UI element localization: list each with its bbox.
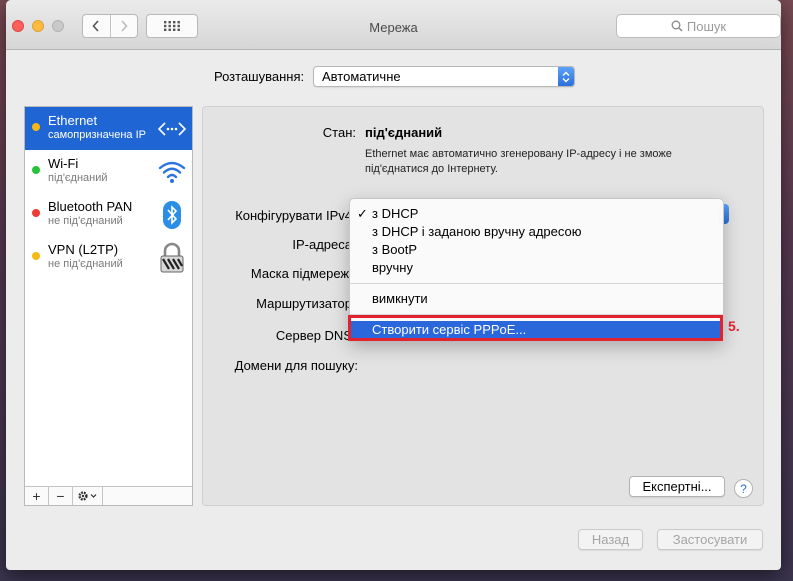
status-label: Стан: (322, 125, 356, 140)
menu-item-off[interactable]: вимкнути (350, 290, 723, 308)
service-list-toolbar: + − (25, 486, 192, 505)
gear-icon (77, 491, 96, 501)
service-item-ethernet[interactable]: Ethernet самопризначена IP (25, 107, 192, 150)
revert-button[interactable]: Назад (578, 529, 643, 550)
menu-separator (350, 283, 723, 284)
menu-item-bootp[interactable]: з BootP (350, 241, 723, 259)
up-down-arrows-icon (558, 67, 574, 86)
status-description: Ethernet має автоматично згенеровану IP-… (365, 148, 672, 175)
menu-item-dhcp-manual[interactable]: з DHCP і заданою вручну адресою (350, 223, 723, 241)
status-dot (32, 123, 40, 131)
menu-item-label: вимкнути (372, 291, 428, 306)
location-popup[interactable]: Автоматичне (313, 66, 575, 87)
service-list: Ethernet самопризначена IP Wi-Fi під'єдн… (24, 106, 193, 506)
checkmark-icon: ✓ (357, 206, 368, 221)
title-bar: Мережа Пошук (6, 0, 781, 50)
router-label: Маршрутизатор (256, 296, 352, 311)
status-dot (32, 209, 40, 217)
advanced-button[interactable]: Експертні... (629, 476, 725, 497)
configure-ipv4-label: Конфігурувати IPv4 (235, 208, 352, 223)
remove-service-button[interactable]: − (49, 487, 73, 505)
search-field[interactable]: Пошук (616, 14, 781, 38)
status-value: під'єднаний (365, 125, 443, 140)
annotation-step-number: 5. (728, 318, 740, 334)
status-dot (32, 166, 40, 174)
service-item-wifi[interactable]: Wi-Fi під'єднаний (25, 150, 192, 193)
apply-button[interactable]: Застосувати (657, 529, 763, 550)
annotation-highlight-box (348, 315, 723, 341)
help-button[interactable]: ? (734, 479, 753, 498)
location-label: Розташування: (214, 69, 305, 84)
location-value: Автоматичне (322, 69, 401, 84)
menu-item-label: з BootP (372, 242, 417, 257)
lock-icon (156, 242, 188, 274)
subnet-mask-label: Маска підмережі (250, 266, 352, 281)
dns-server-label: Сервер DNS (275, 328, 352, 343)
service-item-vpn[interactable]: VPN (L2TP) не під'єднаний (25, 236, 192, 279)
menu-item-label: вручну (372, 260, 413, 275)
search-placeholder: Пошук (686, 18, 727, 34)
wifi-icon (156, 156, 188, 188)
search-domains-label: Домени для пошуку: (234, 358, 358, 373)
service-item-bluetooth-pan[interactable]: Bluetooth PAN не під'єднаний (25, 193, 192, 236)
ethernet-arrows-icon (156, 113, 188, 145)
network-preferences-window: Мережа Пошук Розташування: Автоматичне E… (6, 0, 781, 570)
status-dot (32, 252, 40, 260)
action-menu-button[interactable] (73, 487, 103, 505)
ip-address-label: IP-адреса (292, 237, 352, 252)
menu-item-manual[interactable]: вручну (350, 259, 723, 277)
add-service-button[interactable]: + (25, 487, 49, 505)
menu-item-label: з DHCP (372, 206, 419, 221)
search-icon (671, 20, 683, 32)
menu-item-label: з DHCP і заданою вручну адресою (372, 224, 582, 239)
bluetooth-icon (156, 199, 188, 231)
menu-item-dhcp[interactable]: ✓ з DHCP (350, 205, 723, 223)
